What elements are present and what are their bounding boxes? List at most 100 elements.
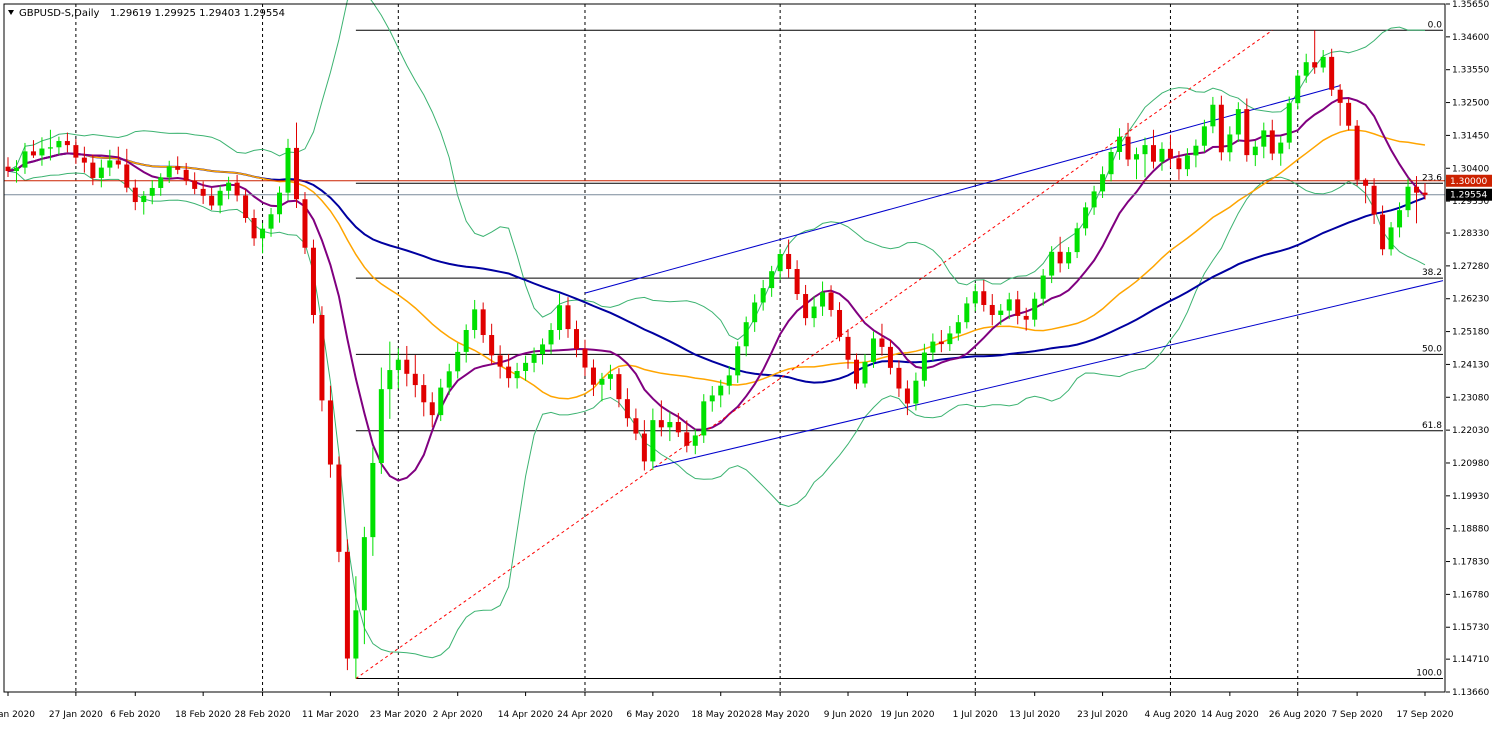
candle-body (820, 292, 826, 307)
candle-body (667, 421, 673, 428)
candle-body (90, 162, 96, 178)
candle-body (1083, 207, 1089, 229)
candle-body (243, 195, 249, 219)
candle (1286, 96, 1292, 150)
candle-body (327, 400, 333, 465)
candle-body (149, 187, 155, 196)
candle-body (1397, 210, 1403, 228)
candle-body (268, 214, 274, 229)
candle-body (972, 291, 978, 304)
candle-body (438, 387, 444, 416)
x-tick-label: 15 Jan 2020 (0, 710, 35, 720)
y-tick-label: 1.17830 (1452, 558, 1489, 568)
y-tick-label: 1.23080 (1452, 393, 1489, 403)
candle-body (904, 388, 910, 404)
candle-body (1329, 56, 1335, 90)
candle-body (514, 370, 520, 379)
candle-body (1363, 179, 1369, 186)
fibonacci-level-label: 50.0 (1422, 344, 1442, 354)
candle-body (319, 314, 325, 401)
candle-body (1286, 103, 1292, 143)
candle-body (607, 374, 613, 379)
fibonacci-level-label: 38.2 (1422, 268, 1442, 278)
candle-body (1218, 104, 1224, 153)
candle-body (658, 420, 664, 428)
candle-body (336, 464, 342, 552)
candle-body (98, 167, 104, 178)
candle-body (158, 177, 164, 188)
y-tick-label: 1.26230 (1452, 295, 1489, 305)
candle-body (1405, 186, 1411, 211)
candle-body (1380, 214, 1386, 250)
candle-body (56, 141, 62, 148)
candle-body (1320, 56, 1326, 68)
candle-body (803, 294, 809, 319)
candle-body (226, 182, 232, 191)
candle-body (1074, 228, 1080, 253)
candle-body (1227, 134, 1233, 153)
fibonacci-level-label: 23.6 (1422, 173, 1442, 183)
fibonacci-level-label: 100.0 (1416, 669, 1442, 679)
candle-body (692, 435, 698, 446)
candle-body (506, 366, 512, 379)
candle-body (769, 271, 775, 289)
candle (310, 239, 316, 324)
candle-body (472, 309, 478, 331)
price-chart[interactable]: 0.0 23.6 38.2 50.0 61.8 100.0 1.35650 1.34600 1… (0, 0, 1493, 731)
candle-body (854, 359, 860, 384)
candle-body (1100, 174, 1106, 192)
candle-body (1167, 148, 1173, 159)
candle-body (30, 151, 36, 156)
candle-body (404, 359, 410, 374)
candle-body (497, 355, 503, 367)
y-tick-label: 1.27280 (1452, 262, 1489, 272)
y-tick-label: 1.22030 (1452, 426, 1489, 436)
candle-body (429, 402, 435, 416)
y-tick-label: 1.15730 (1452, 623, 1489, 633)
candle-body (938, 341, 944, 345)
candle-body (175, 166, 181, 170)
candle-body (1414, 186, 1420, 193)
candle-body (378, 389, 384, 463)
chart-window[interactable]: 0.0 23.6 38.2 50.0 61.8 100.0 1.35650 1.34600 1… (0, 0, 1493, 731)
candle-body (531, 354, 537, 363)
candle (344, 539, 350, 671)
y-tick-label: 1.19930 (1452, 492, 1489, 502)
candle-body (913, 380, 919, 404)
candle-body (760, 288, 766, 303)
y-tick-label: 1.35650 (1452, 0, 1489, 10)
candle (336, 456, 342, 563)
candle-body (412, 373, 418, 386)
current-price-label: 1.29554 (1450, 191, 1487, 201)
candle-body (310, 247, 316, 315)
candle-body (1244, 109, 1250, 156)
candle (1354, 120, 1360, 186)
candle-body (879, 338, 885, 347)
candle-body (1023, 315, 1029, 320)
candle-body (1015, 299, 1021, 316)
candle-body (1108, 151, 1114, 175)
x-tick-label: 18 Feb 2020 (175, 710, 231, 720)
candle-body (13, 167, 19, 172)
candle-body (361, 537, 367, 611)
candle-body (896, 367, 902, 389)
fibonacci-level-label: 61.8 (1422, 421, 1442, 431)
candle-body (1278, 142, 1284, 154)
candle-body (743, 322, 749, 347)
candle-body (752, 302, 758, 323)
candle-body (675, 421, 681, 433)
candle-body (548, 330, 554, 345)
x-tick-label: 9 Jun 2020 (824, 710, 873, 720)
candle-body (582, 348, 588, 368)
y-tick-label: 1.14710 (1452, 655, 1489, 665)
candle-body (1422, 192, 1428, 195)
y-tick-label: 1.28330 (1452, 229, 1489, 239)
x-tick-label: 23 Mar 2020 (370, 710, 427, 720)
candle (1346, 98, 1352, 131)
candle-body (989, 304, 995, 315)
candle-body (1193, 145, 1199, 156)
candle-body (217, 190, 223, 206)
candle-body (684, 432, 690, 446)
candle-body (641, 433, 647, 462)
candle-body (1032, 298, 1038, 320)
